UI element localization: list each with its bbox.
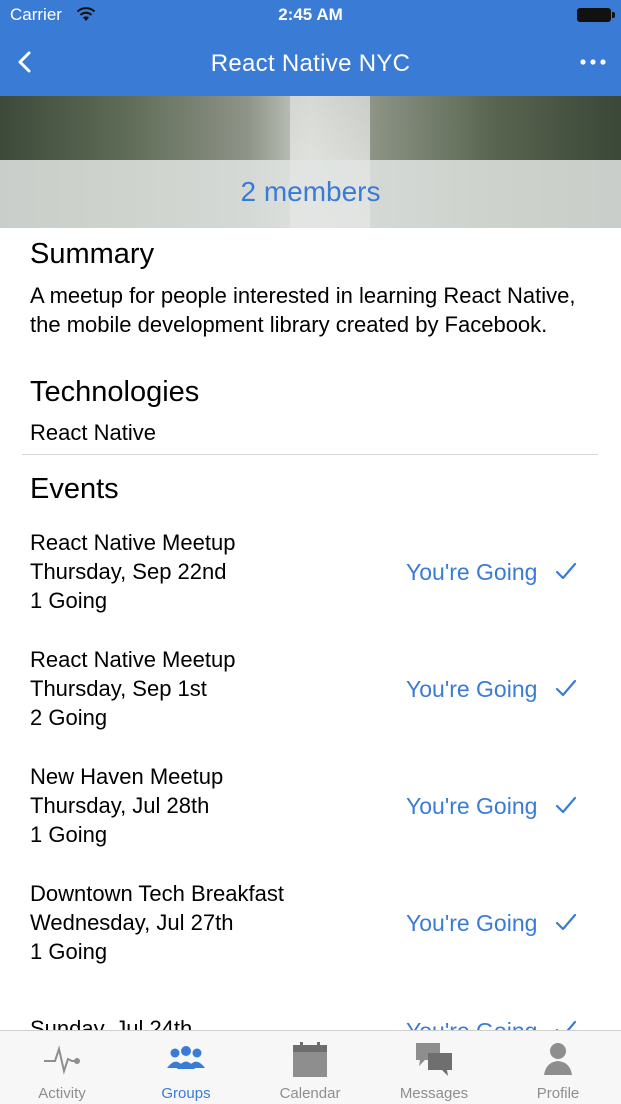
rsvp-status[interactable]: You're Going <box>406 1018 537 1030</box>
event-name: Downtown Tech Breakfast <box>30 881 284 906</box>
event-going-count: 1 Going <box>30 939 108 964</box>
summary-heading: Summary <box>30 238 155 270</box>
event-row[interactable]: New Haven Meetup Thursday, Jul 28th 1 Go… <box>0 764 621 881</box>
event-date: Thursday, Sep 22nd <box>30 559 227 584</box>
checkmark-icon <box>555 1020 577 1030</box>
event-going-count: 1 Going <box>30 822 108 847</box>
event-date: Sunday, Jul 24th <box>30 1016 193 1030</box>
messages-icon <box>416 1043 452 1076</box>
checkmark-icon <box>555 562 577 580</box>
page-title: React Native NYC <box>210 50 411 77</box>
tab-messages[interactable]: Messages <box>372 1031 496 1104</box>
tab-label: Activity <box>38 1085 86 1102</box>
tab-groups[interactable]: Groups <box>124 1031 248 1104</box>
event-name: React Native Meetup <box>30 530 236 555</box>
tab-calendar[interactable]: Calendar <box>248 1031 372 1104</box>
divider <box>22 454 598 455</box>
checkmark-icon <box>555 679 577 697</box>
tab-profile[interactable]: Profile <box>496 1031 620 1104</box>
profile-icon <box>544 1043 572 1075</box>
rsvp-status[interactable]: You're Going <box>406 559 537 586</box>
rsvp-status[interactable]: You're Going <box>406 793 537 820</box>
event-going-count: 2 Going <box>30 705 108 730</box>
checkmark-icon <box>555 796 577 814</box>
event-date: Wednesday, Jul 27th <box>30 910 234 935</box>
event-row[interactable]: React Native Meetup Thursday, Sep 1st 2 … <box>0 647 621 764</box>
clock: 2:45 AM <box>278 5 343 24</box>
rsvp-status[interactable]: You're Going <box>406 910 537 937</box>
status-bar: Carrier 2:45 AM <box>0 0 621 30</box>
event-name: React Native Meetup <box>30 647 236 672</box>
tab-activity[interactable]: Activity <box>0 1031 124 1104</box>
events-heading: Events <box>30 473 119 505</box>
tab-label: Profile <box>536 1085 580 1102</box>
event-row[interactable]: React Native Meetup Thursday, Sep 22nd 1… <box>0 530 621 647</box>
more-options-icon[interactable] <box>579 52 607 72</box>
event-date: Thursday, Jul 28th <box>30 793 210 818</box>
tab-label: Messages <box>399 1085 469 1102</box>
header: Carrier 2:45 AM React Native NYC <box>0 0 621 96</box>
rsvp-status[interactable]: You're Going <box>406 676 537 703</box>
technologies-text: React Native <box>30 420 156 445</box>
event-date: Thursday, Sep 1st <box>30 676 207 701</box>
nav-bar: React Native NYC <box>0 30 621 96</box>
checkmark-icon <box>555 913 577 931</box>
activity-icon <box>44 1045 80 1075</box>
event-row[interactable]: Downtown Tech Breakfast Wednesday, Jul 2… <box>0 881 621 998</box>
groups-icon <box>167 1046 205 1069</box>
tab-label: Calendar <box>279 1085 341 1102</box>
event-row-partial[interactable]: Sunday, Jul 24th You're Going <box>0 1016 621 1030</box>
calendar-icon <box>293 1042 327 1077</box>
tab-label: Groups <box>161 1085 211 1102</box>
group-banner: 2 members <box>0 96 621 228</box>
event-name: New Haven Meetup <box>30 764 224 789</box>
tab-bar: Activity Groups Calendar Messages Profil… <box>0 1030 621 1104</box>
members-count-link[interactable]: 2 members <box>0 176 621 208</box>
battery-icon <box>577 8 615 22</box>
event-going-count: 1 Going <box>30 588 108 613</box>
summary-text: A meetup for people interested in learni… <box>30 283 576 337</box>
technologies-heading: Technologies <box>30 376 200 408</box>
